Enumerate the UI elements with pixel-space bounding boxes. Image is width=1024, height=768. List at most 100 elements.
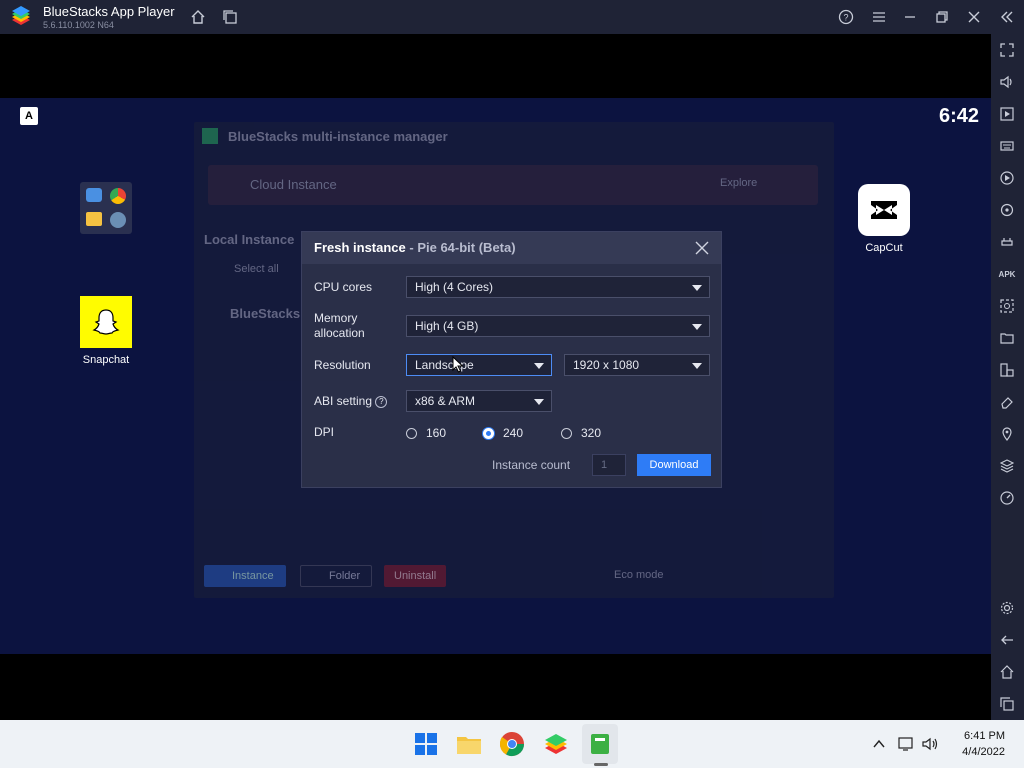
new-instance-button: Instance (204, 565, 286, 587)
macro-icon[interactable] (997, 168, 1017, 188)
restore-icon[interactable] (932, 7, 952, 27)
chrome-icon (110, 188, 126, 204)
windows-start-icon[interactable] (412, 730, 440, 758)
instance-count-input[interactable]: 1 (592, 454, 626, 476)
menu-icon[interactable] (869, 7, 889, 27)
download-button[interactable]: Download (637, 454, 711, 476)
capcut-label: CapCut (865, 242, 903, 254)
fullscreen-icon[interactable] (997, 40, 1017, 60)
explore-button: Explore (720, 177, 758, 189)
multi-instance-manager-taskbar-icon[interactable] (586, 730, 614, 758)
apk-install-icon[interactable]: APK (997, 264, 1017, 284)
instance-count-label: Instance count (492, 458, 571, 472)
multi-window-icon[interactable] (997, 360, 1017, 380)
svg-text:?: ? (843, 13, 848, 23)
capcut-app[interactable]: CapCut (854, 184, 914, 254)
layers-icon[interactable] (997, 456, 1017, 476)
dpi-radio-320[interactable] (561, 428, 572, 439)
windows-taskbar: 6:41 PM 4/4/2022 (0, 720, 1024, 768)
eraser-icon[interactable] (997, 392, 1017, 412)
chrome-browser-icon[interactable] (498, 730, 526, 758)
resolution-label: Resolution (314, 358, 371, 372)
close-icon[interactable] (964, 7, 984, 27)
memory-allocation-label: Memory allocation (314, 311, 365, 340)
multi-instance-icon[interactable] (220, 7, 240, 27)
abi-setting-label: ABI setting ? (314, 394, 388, 409)
performance-icon[interactable] (997, 488, 1017, 508)
cpu-cores-value: High (4 Cores) (415, 280, 494, 294)
dpi-radio-240[interactable] (483, 428, 494, 439)
dialog-close-icon[interactable] (692, 238, 712, 258)
select-all-label: Select all (234, 263, 279, 275)
settings-icon (110, 212, 126, 228)
chevron-up-icon[interactable] (872, 737, 886, 751)
screenshot-icon[interactable] (997, 296, 1017, 316)
instance-row-name: BlueStacks (230, 306, 301, 321)
dialog-title: Fresh instance - Pie 64-bit (Beta) (314, 240, 516, 255)
help-icon[interactable]: ? (836, 7, 856, 27)
cloud-instance-banner: Cloud Instance Explore (208, 165, 818, 205)
collapse-sidebar-icon[interactable] (997, 7, 1017, 27)
manager-logo-icon (202, 128, 218, 144)
cpu-cores-select[interactable]: High (4 Cores) (406, 276, 710, 298)
speaker-icon[interactable] (922, 736, 940, 752)
uninstall-button: Uninstall (384, 565, 446, 587)
location-icon[interactable] (997, 424, 1017, 444)
home-icon[interactable] (188, 7, 208, 27)
snapchat-app[interactable]: Snapchat (76, 296, 136, 366)
volume-icon[interactable] (997, 72, 1017, 92)
folder-button: Folder (300, 565, 372, 587)
capcut-icon (858, 184, 910, 236)
bluestacks-taskbar-icon[interactable] (542, 730, 570, 758)
bluestacks-logo-icon (12, 6, 30, 25)
app-folder[interactable] (80, 182, 132, 234)
folder-icon[interactable] (997, 328, 1017, 348)
dialog-title-subtitle: - Pie 64-bit (Beta) (405, 240, 516, 255)
minimize-icon[interactable] (900, 7, 920, 27)
back-arrow-icon[interactable] (997, 630, 1017, 650)
chevron-down-icon (692, 285, 702, 291)
system-clock[interactable]: 6:41 PM 4/4/2022 (962, 728, 1005, 760)
tray-date: 4/4/2022 (962, 746, 1005, 758)
dialog-header: Fresh instance - Pie 64-bit (Beta) (302, 232, 721, 264)
app-version: 5.6.110.1002 N64 (43, 20, 114, 30)
local-instance-heading: Local Instance (204, 232, 295, 247)
abi-setting-select[interactable]: x86 & ARM (406, 390, 552, 412)
rotate-icon[interactable] (997, 200, 1017, 220)
media-manager-icon[interactable] (997, 104, 1017, 124)
window-title: BlueStacks App Player (43, 4, 175, 19)
orientation-select[interactable]: Landscape (406, 354, 552, 376)
eco-mode-label: Eco mode (614, 569, 664, 581)
android-home-screen: A 6:42 Snapchat CapCut BlueStacks multi-… (0, 98, 991, 654)
dpi-label-160: 160 (426, 426, 447, 440)
memory-allocation-select[interactable]: High (4 GB) (406, 315, 710, 337)
dpi-label-320: 320 (581, 426, 602, 440)
android-home-icon[interactable] (997, 662, 1017, 682)
chevron-down-icon (692, 324, 702, 330)
network-icon[interactable] (898, 736, 916, 752)
status-clock: 6:42 (938, 105, 979, 127)
snapchat-label: Snapchat (82, 354, 130, 366)
keyboard-icon[interactable] (997, 136, 1017, 156)
android-display: A 6:42 Snapchat CapCut BlueStacks multi-… (0, 34, 991, 720)
right-sidebar: APK (991, 34, 1024, 720)
file-explorer-icon[interactable] (455, 730, 483, 758)
resolution-select[interactable]: 1920 x 1080 (564, 354, 710, 376)
settings-gear-icon[interactable] (997, 598, 1017, 618)
snapchat-icon (80, 296, 132, 348)
chevron-down-icon (534, 363, 544, 369)
recent-apps-icon[interactable] (997, 694, 1017, 714)
dpi-label-240: 240 (503, 426, 524, 440)
orientation-value: Landscape (415, 358, 474, 372)
dialog-title-main: Fresh instance (314, 240, 406, 255)
fresh-instance-dialog: Fresh instance - Pie 64-bit (Beta) CPU c… (301, 231, 722, 488)
tray-time: 6:41 PM (964, 730, 1005, 742)
chevron-down-icon (692, 363, 702, 369)
dpi-radio-160[interactable] (406, 428, 417, 439)
info-icon[interactable]: ? (375, 395, 388, 408)
game-controls-icon[interactable] (997, 232, 1017, 252)
cpu-cores-label: CPU cores (314, 280, 373, 294)
files-icon (86, 212, 102, 226)
active-indicator (594, 763, 608, 766)
camera-icon (86, 188, 102, 202)
